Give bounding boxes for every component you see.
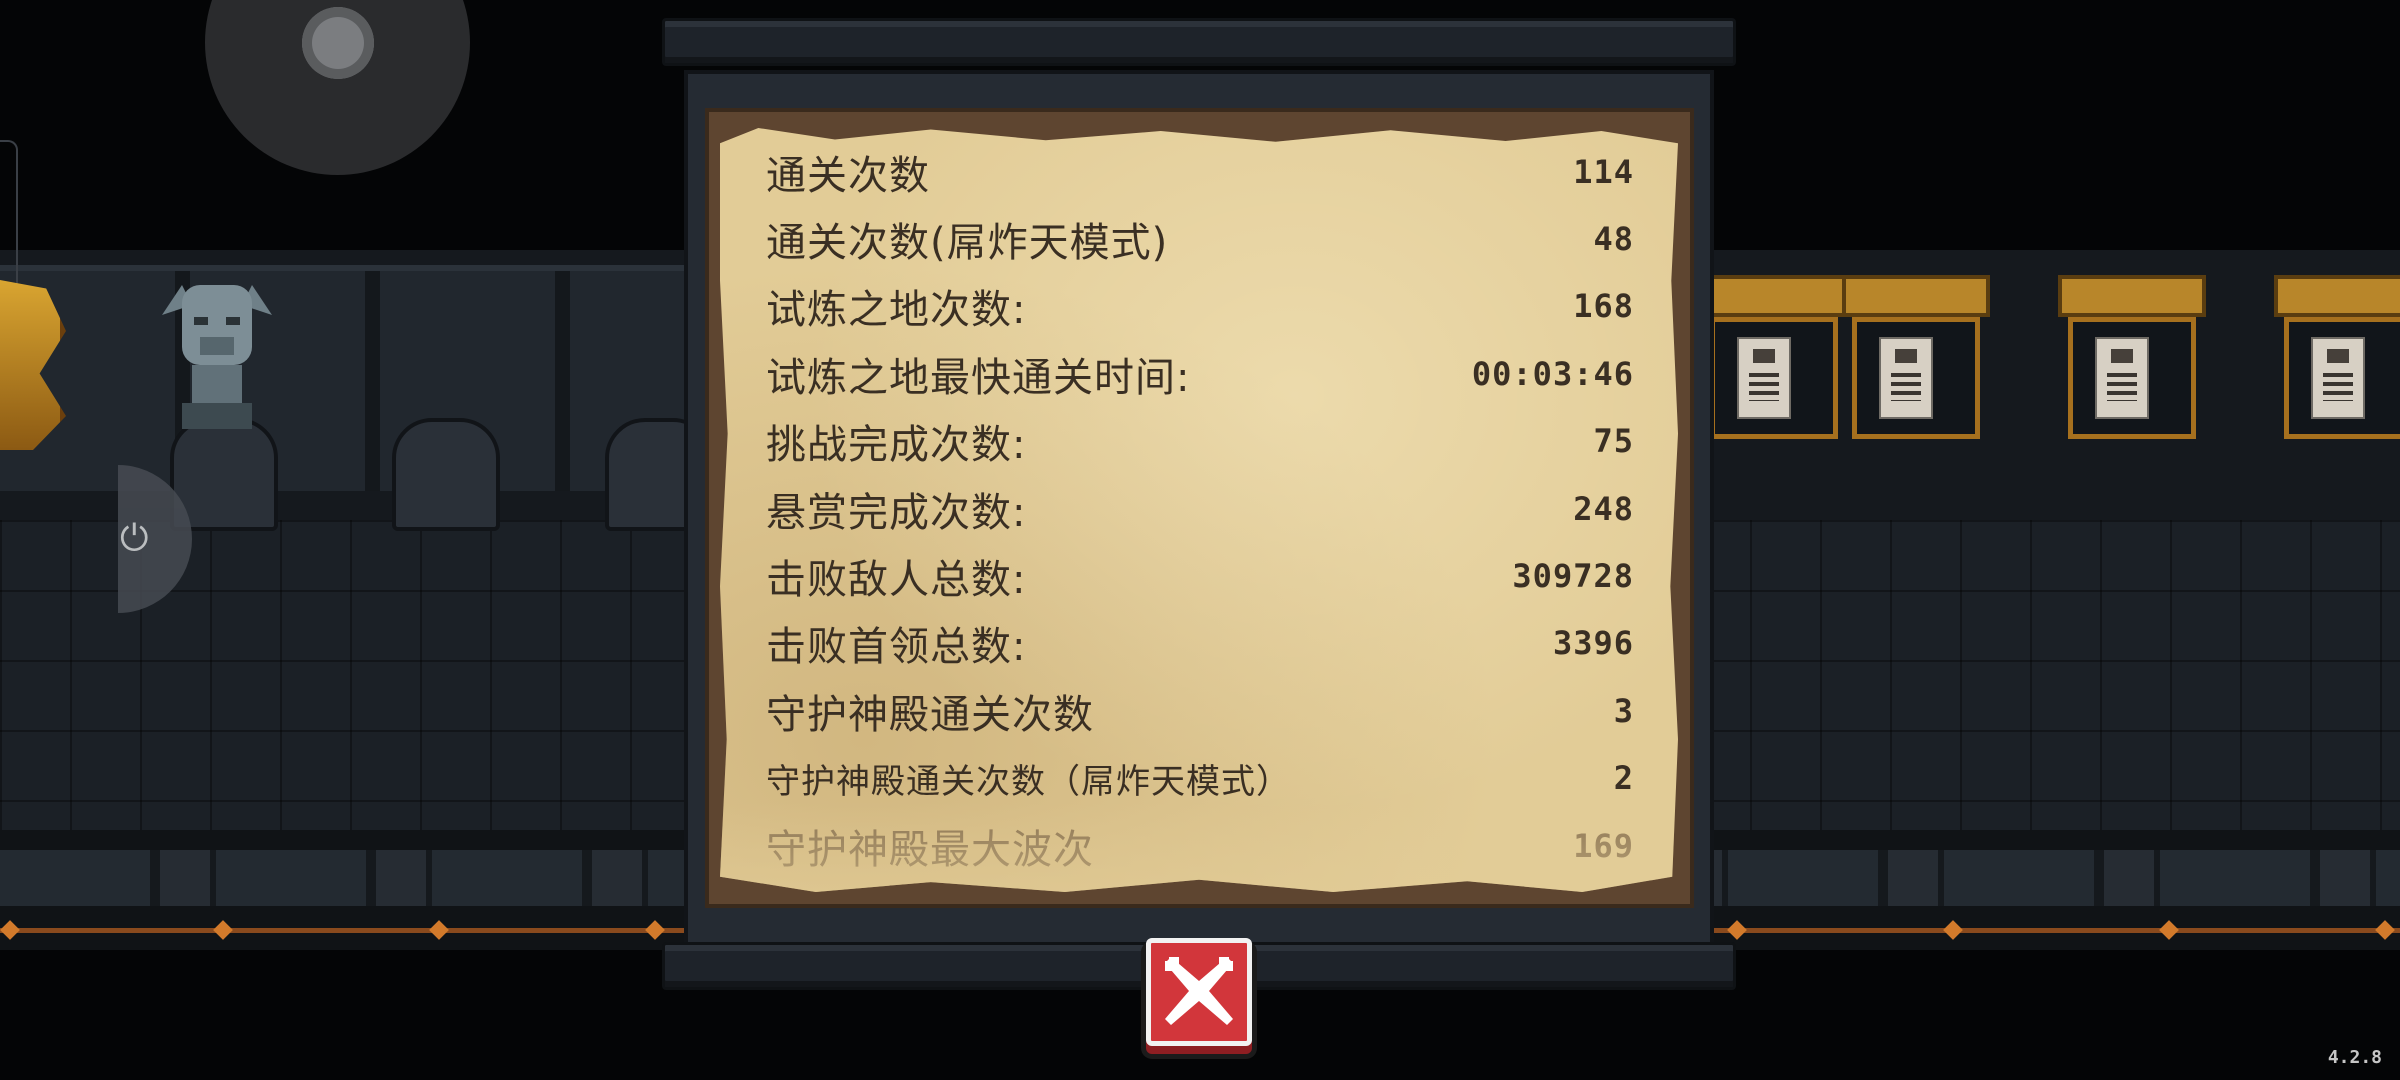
pedestal	[392, 418, 500, 531]
stat-value: 3396	[1552, 624, 1634, 663]
stat-row: 击败敌人总数: 309728	[766, 542, 1634, 609]
stat-row: 击败首领总数: 3396	[766, 610, 1634, 677]
stat-value: 75	[1593, 422, 1634, 461]
stat-row: 悬赏完成次数: 248	[766, 475, 1634, 542]
stats-parchment[interactable]: 通关次数 114 通关次数(屌炸天模式) 48 试炼之地次数: 168 试炼之地…	[720, 128, 1678, 892]
stat-row: 守护神殿通关次数 3	[766, 677, 1634, 744]
scroll-top-rod	[662, 18, 1736, 66]
interact-icon: ⏻	[120, 518, 149, 559]
stat-label: 守护神殿最大波次	[766, 826, 1094, 873]
stat-label: 击败敌人总数:	[766, 557, 1027, 604]
notice-board[interactable]	[1842, 275, 1990, 440]
notice-board[interactable]	[1700, 275, 1848, 440]
stat-label: 通关次数(屌炸天模式)	[766, 220, 1169, 267]
version-label: 4.2.8	[2327, 1047, 2382, 1068]
stat-label: 击败首领总数:	[766, 624, 1027, 671]
wall-frame	[0, 140, 18, 294]
stat-value: 169	[1573, 826, 1634, 865]
wall-arches	[0, 265, 700, 491]
stat-label: 试炼之地次数:	[766, 287, 1027, 334]
stat-label: 守护神殿通关次数（屌炸天模式）	[766, 761, 1291, 802]
virtual-joystick[interactable]	[205, 0, 470, 175]
stat-row: 试炼之地最快通关时间: 00:03:46	[766, 340, 1634, 407]
stat-label: 悬赏完成次数:	[766, 489, 1027, 536]
stats-list[interactable]: 通关次数 114 通关次数(屌炸天模式) 48 试炼之地次数: 168 试炼之地…	[766, 138, 1634, 879]
stat-value: 248	[1573, 489, 1634, 528]
stat-row: 通关次数(屌炸天模式) 48	[766, 205, 1634, 272]
game-screen: ⏻ 通关次数 114 通关次数(屌炸天模式) 48 试炼之地次数: 168 试炼…	[0, 0, 2400, 1080]
stat-row: 通关次数 114	[766, 138, 1634, 205]
stat-row: 守护神殿通关次数（屌炸天模式） 2	[766, 745, 1634, 812]
goblin-statue[interactable]	[152, 275, 282, 445]
stat-row: 挑战完成次数: 75	[766, 408, 1634, 475]
stat-label: 挑战完成次数:	[766, 422, 1027, 469]
stat-value: 00:03:46	[1471, 354, 1634, 393]
notice-board[interactable]	[2274, 275, 2400, 440]
close-button[interactable]	[1146, 938, 1252, 1046]
notice-board[interactable]	[2058, 275, 2206, 440]
stat-label: 守护神殿通关次数	[766, 691, 1094, 738]
stat-value: 309728	[1512, 557, 1634, 596]
stat-value: 168	[1573, 287, 1634, 326]
stat-label: 通关次数	[766, 152, 930, 199]
stat-value: 3	[1613, 691, 1634, 730]
stat-value: 114	[1573, 152, 1634, 191]
stat-label: 试炼之地最快通关时间:	[766, 354, 1191, 401]
close-icon	[1165, 957, 1233, 1025]
stat-row: 试炼之地次数: 168	[766, 273, 1634, 340]
stat-value: 48	[1593, 220, 1634, 259]
stat-value: 2	[1613, 759, 1634, 798]
joystick-knob[interactable]	[302, 7, 374, 79]
stat-row: 守护神殿最大波次 169	[766, 812, 1634, 879]
